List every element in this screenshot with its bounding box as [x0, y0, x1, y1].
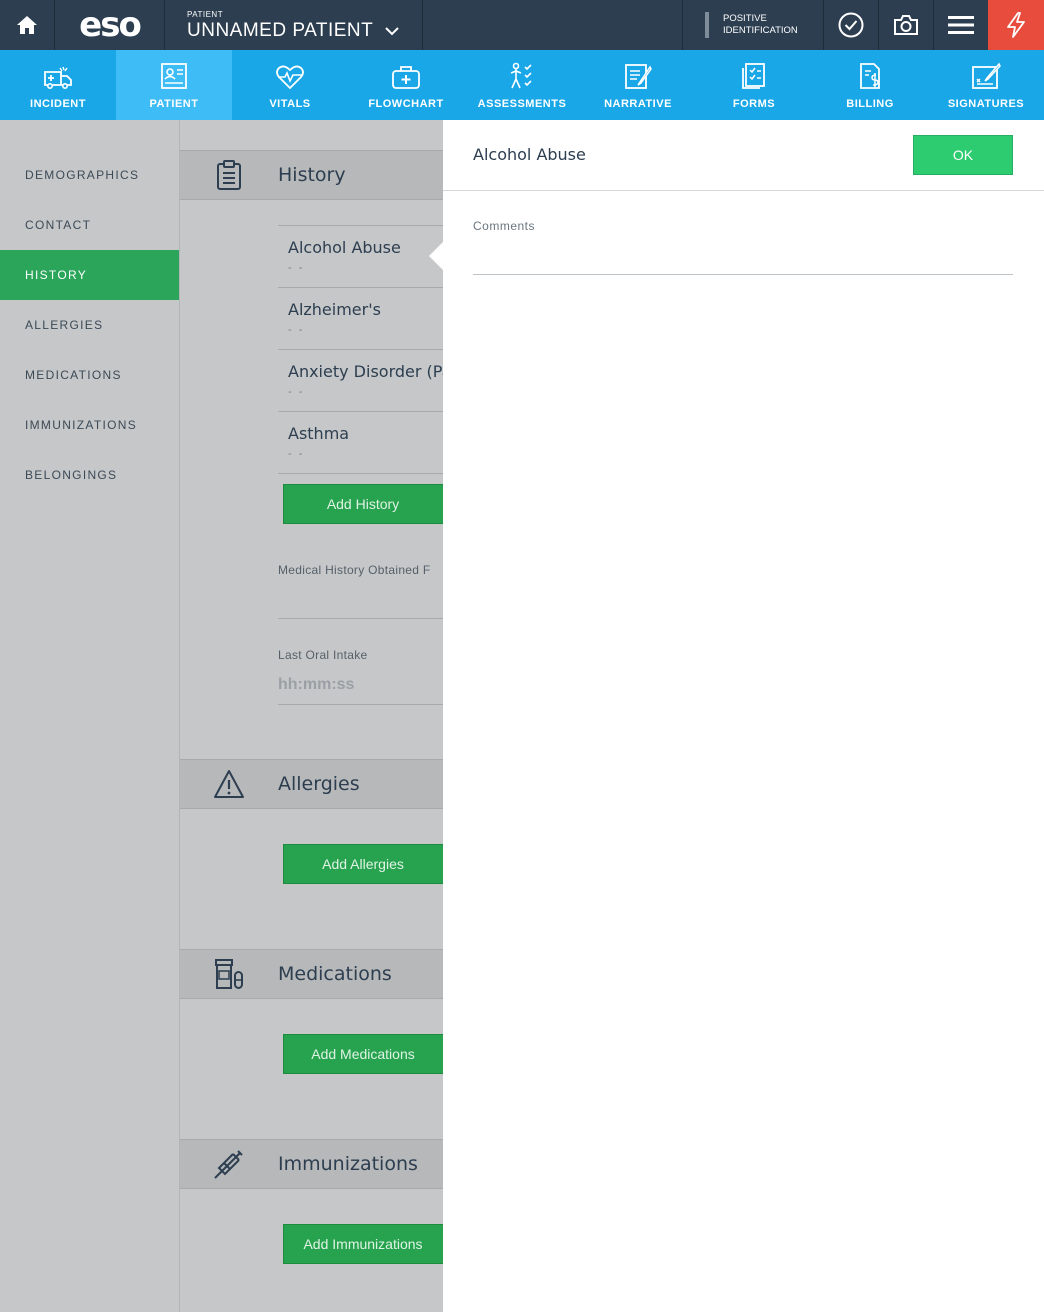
history-title: History — [278, 164, 346, 186]
add-medications-button[interactable]: Add Medications — [283, 1034, 443, 1074]
patient-card-icon — [161, 63, 187, 89]
main-menu-button[interactable] — [933, 0, 988, 50]
ambulance-icon — [44, 66, 72, 89]
nav-assessments[interactable]: ASSESSMENTS — [464, 50, 580, 120]
history-item[interactable]: Alzheimer's - - — [278, 287, 443, 349]
last-oral-intake-label: Last Oral Intake — [278, 648, 368, 662]
sidebar-item-allergies[interactable]: ALLERGIES — [0, 300, 179, 350]
warning-icon — [214, 770, 244, 798]
validate-button[interactable] — [823, 0, 878, 50]
history-obtained-from-field[interactable] — [278, 618, 443, 619]
history-item[interactable]: Alcohol Abuse - - — [278, 225, 443, 287]
nav-flowchart-label: FLOWCHART — [368, 98, 444, 110]
panel-pointer — [429, 241, 444, 271]
immunizations-section-header: Immunizations — [180, 1139, 443, 1189]
immunizations-title: Immunizations — [278, 1153, 418, 1175]
history-item-value: - - — [288, 448, 305, 460]
narrative-pen-icon — [625, 64, 652, 89]
signature-icon — [972, 62, 1001, 89]
nav-flowchart[interactable]: FLOWCHART — [348, 50, 464, 120]
positive-id-line1: POSITIVE — [723, 13, 767, 24]
history-detail-panel: Alcohol Abuse OK Comments — [443, 120, 1044, 1312]
history-item-value: - - — [288, 262, 305, 274]
allergies-title: Allergies — [278, 773, 360, 795]
positive-id-indicator — [705, 12, 709, 38]
history-item-value: - - — [288, 324, 305, 336]
history-item-name: Asthma — [288, 424, 350, 443]
nav-patient-label: PATIENT — [149, 98, 199, 110]
patient-selector[interactable]: PATIENT UNNAMED PATIENT — [165, 0, 423, 50]
nav-incident-label: INCIDENT — [30, 98, 86, 110]
nav-narrative[interactable]: NARRATIVE — [580, 50, 696, 120]
add-allergies-button[interactable]: Add Allergies — [283, 844, 443, 884]
check-circle-icon — [838, 12, 864, 38]
history-section-header: History — [180, 150, 443, 200]
nav-forms-label: FORMS — [732, 98, 776, 110]
nav-signatures[interactable]: SIGNATURES — [928, 50, 1044, 120]
camera-button[interactable] — [878, 0, 933, 50]
sidebar-item-contact[interactable]: CONTACT — [0, 200, 179, 250]
nav-billing-label: BILLING — [846, 98, 894, 110]
history-item-name: Alcohol Abuse — [288, 238, 401, 257]
positive-identification-button[interactable]: POSITIVE IDENTIFICATION — [682, 0, 823, 50]
nav-vitals[interactable]: VITALS — [232, 50, 348, 120]
patient-sidebar: DEMOGRAPHICS CONTACT HISTORY ALLERGIES M… — [0, 120, 180, 1312]
history-item-value: - - — [288, 386, 305, 398]
home-button[interactable] — [0, 0, 55, 50]
panel-header: Alcohol Abuse OK — [443, 120, 1044, 191]
nav-vitals-label: VITALS — [269, 98, 311, 110]
panel-title: Alcohol Abuse — [473, 145, 586, 164]
patient-content: History Alcohol Abuse - - Alzheimer's - … — [180, 120, 443, 1312]
history-item[interactable]: Anxiety Disorder (Pa - - — [278, 349, 443, 411]
patient-name: UNNAMED PATIENT — [187, 20, 374, 41]
nav-incident[interactable]: INCIDENT — [0, 50, 116, 120]
pill-bottle-icon — [215, 959, 243, 989]
sidebar-item-history[interactable]: HISTORY — [0, 250, 179, 300]
medications-section-header: Medications — [180, 949, 443, 999]
history-item-name: Alzheimer's — [288, 300, 381, 319]
assessment-body-icon — [510, 62, 532, 89]
last-oral-intake-underline — [278, 704, 443, 705]
quick-action-button[interactable] — [988, 0, 1044, 50]
clipboard-icon — [217, 160, 241, 190]
menu-icon — [948, 16, 974, 34]
nav-signatures-label: SIGNATURES — [947, 98, 1025, 110]
nav-forms[interactable]: FORMS — [696, 50, 812, 120]
sidebar-item-demographics[interactable]: DEMOGRAPHICS — [0, 150, 179, 200]
section-nav: INCIDENT PATIENT VITALS FLOWCHART ASSESS… — [0, 50, 1044, 120]
camera-icon — [894, 15, 918, 35]
nav-billing[interactable]: BILLING — [812, 50, 928, 120]
history-item-name: Anxiety Disorder (Pa — [288, 362, 443, 381]
syringe-icon — [214, 1150, 243, 1179]
comments-input[interactable] — [473, 238, 1013, 275]
history-list-divider — [278, 473, 443, 474]
medkit-icon — [392, 66, 420, 89]
top-bar: eso PATIENT UNNAMED PATIENT POSITIVE IDE… — [0, 0, 1044, 50]
chevron-down-icon — [385, 26, 399, 35]
billing-dollar-icon — [860, 63, 880, 89]
add-immunizations-button[interactable]: Add Immunizations — [283, 1224, 443, 1264]
medications-title: Medications — [278, 963, 392, 985]
nav-patient[interactable]: PATIENT — [116, 50, 232, 120]
patient-label: PATIENT — [187, 10, 224, 19]
lightning-icon — [1007, 12, 1025, 38]
sidebar-item-medications[interactable]: MEDICATIONS — [0, 350, 179, 400]
nav-assessments-label: ASSESSMENTS — [477, 98, 567, 110]
last-oral-intake-input[interactable]: hh:mm:ss — [278, 676, 354, 694]
add-history-button[interactable]: Add History — [283, 484, 443, 524]
heart-pulse-icon — [276, 65, 304, 90]
home-icon — [17, 16, 37, 34]
history-obtained-from-label: Medical History Obtained F — [278, 563, 431, 577]
ok-button[interactable]: OK — [913, 135, 1013, 175]
allergies-section-header: Allergies — [180, 759, 443, 809]
eso-logo: eso — [55, 0, 165, 50]
positive-id-line2: IDENTIFICATION — [723, 25, 798, 36]
comments-label: Comments — [473, 219, 536, 233]
sidebar-item-immunizations[interactable]: IMMUNIZATIONS — [0, 400, 179, 450]
nav-narrative-label: NARRATIVE — [604, 98, 672, 110]
history-item[interactable]: Asthma - - — [278, 411, 443, 473]
forms-checklist-icon — [742, 63, 765, 89]
sidebar-item-belongings[interactable]: BELONGINGS — [0, 450, 179, 500]
